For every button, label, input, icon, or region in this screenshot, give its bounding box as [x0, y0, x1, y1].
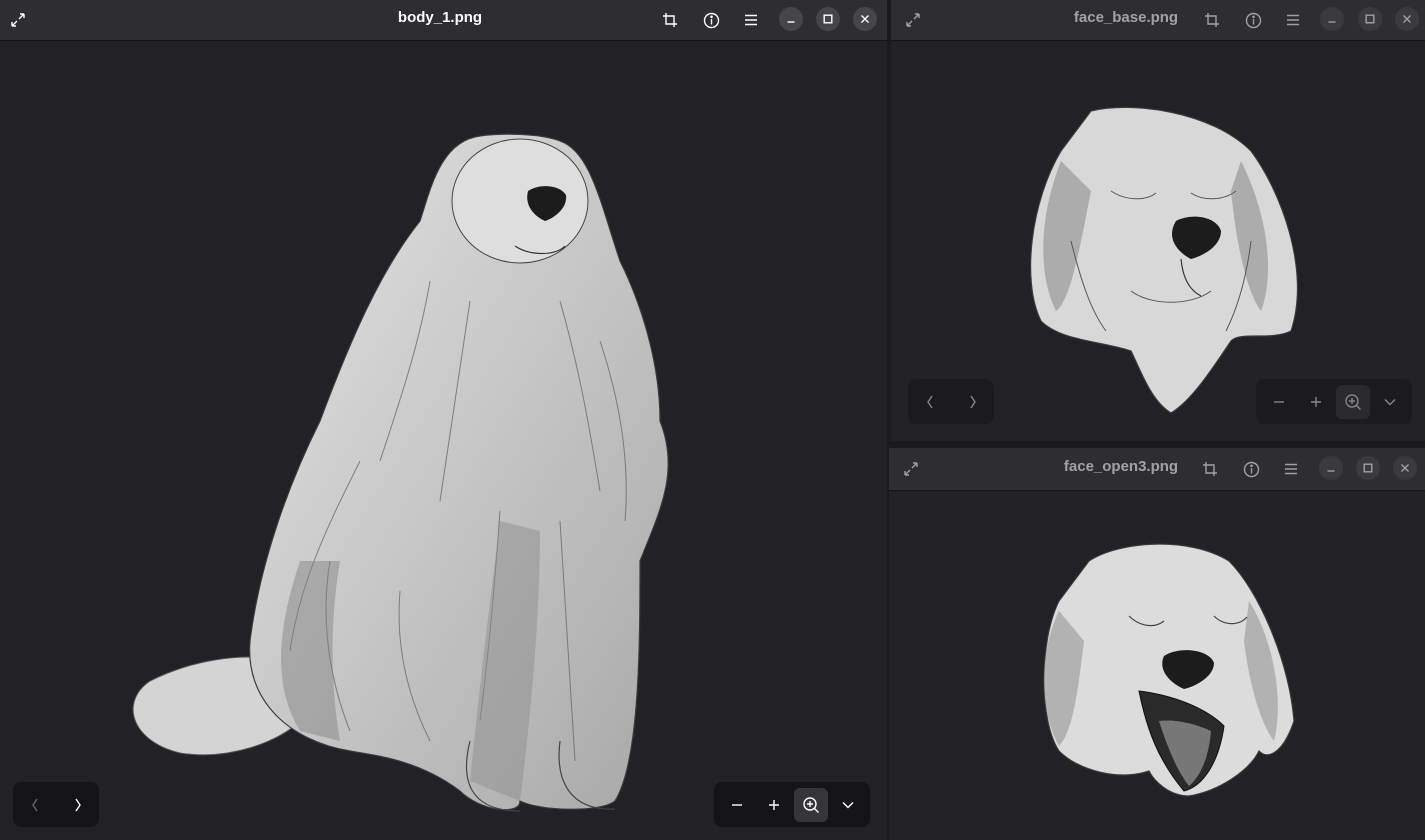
- dog-body-image: [132, 133, 669, 812]
- dog-face-open-image: [1043, 543, 1295, 797]
- previous-button[interactable]: [18, 788, 52, 822]
- zoom-menu-button[interactable]: [831, 788, 865, 822]
- window-title: face_base.png: [1073, 9, 1179, 26]
- crop-icon[interactable]: [1198, 457, 1222, 481]
- close-icon: [1403, 15, 1411, 23]
- viewer-window-main: body_1.png: [0, 0, 887, 840]
- zoom-out-button[interactable]: [720, 788, 754, 822]
- minimize-button[interactable]: [779, 7, 803, 31]
- image-canvas[interactable]: [891, 41, 1425, 441]
- zoom-fit-button[interactable]: [1335, 384, 1370, 419]
- fullscreen-icon[interactable]: [6, 8, 30, 32]
- crop-icon[interactable]: [658, 8, 682, 32]
- zoom-controls: [714, 782, 870, 827]
- minimize-icon: [1328, 21, 1336, 23]
- minus-icon: [1273, 400, 1284, 403]
- zoom-in-button[interactable]: [1299, 385, 1333, 419]
- previous-button[interactable]: [913, 385, 947, 419]
- viewer-window-bottom-right: face_open3.png: [889, 448, 1425, 840]
- maximize-icon: [1363, 463, 1373, 473]
- window-title: body_1.png: [397, 9, 483, 26]
- chevron-down-icon: [1384, 398, 1395, 405]
- chevron-down-icon: [842, 801, 853, 808]
- titlebar[interactable]: face_base.png: [891, 0, 1425, 41]
- minimize-icon: [1327, 470, 1335, 472]
- plus-icon: [768, 799, 779, 810]
- zoom-fit-button[interactable]: [793, 787, 828, 822]
- maximize-button[interactable]: [816, 7, 840, 31]
- fullscreen-icon[interactable]: [899, 457, 923, 481]
- window-title: face_open3.png: [1063, 458, 1179, 475]
- zoom-menu-button[interactable]: [1373, 385, 1407, 419]
- viewer-window-top-right: face_base.png: [891, 0, 1425, 441]
- close-button[interactable]: [1393, 456, 1417, 480]
- zoom-icon: [802, 796, 819, 813]
- chevron-right-icon: [969, 395, 976, 408]
- chevron-right-icon: [74, 798, 81, 811]
- zoom-in-button[interactable]: [757, 788, 791, 822]
- minimize-icon: [787, 21, 795, 23]
- titlebar[interactable]: face_open3.png: [889, 448, 1425, 491]
- image-canvas[interactable]: [0, 41, 887, 840]
- plus-icon: [1310, 396, 1321, 407]
- crop-icon[interactable]: [1200, 8, 1224, 32]
- info-icon[interactable]: [1241, 8, 1265, 32]
- navigation-controls: [13, 782, 99, 827]
- menu-icon[interactable]: [1279, 457, 1303, 481]
- close-button[interactable]: [1395, 7, 1419, 31]
- maximize-button[interactable]: [1358, 7, 1382, 31]
- close-button[interactable]: [853, 7, 877, 31]
- maximize-icon: [1365, 14, 1375, 24]
- maximize-icon: [823, 14, 833, 24]
- menu-icon[interactable]: [739, 8, 763, 32]
- zoom-out-button[interactable]: [1262, 385, 1296, 419]
- next-button[interactable]: [956, 385, 990, 419]
- navigation-controls: [908, 379, 994, 424]
- minus-icon: [731, 803, 742, 806]
- next-button[interactable]: [61, 788, 95, 822]
- minimize-button[interactable]: [1319, 456, 1343, 480]
- maximize-button[interactable]: [1356, 456, 1380, 480]
- titlebar[interactable]: body_1.png: [0, 0, 887, 41]
- info-icon[interactable]: [1239, 457, 1263, 481]
- zoom-icon: [1344, 393, 1361, 410]
- minimize-button[interactable]: [1320, 7, 1344, 31]
- chevron-left-icon: [926, 395, 933, 408]
- zoom-controls: [1256, 379, 1412, 424]
- chevron-left-icon: [31, 798, 38, 811]
- close-icon: [1401, 464, 1409, 472]
- menu-icon[interactable]: [1281, 8, 1305, 32]
- fullscreen-icon[interactable]: [901, 8, 925, 32]
- close-icon: [861, 15, 869, 23]
- info-icon[interactable]: [699, 8, 723, 32]
- image-canvas[interactable]: [889, 491, 1425, 840]
